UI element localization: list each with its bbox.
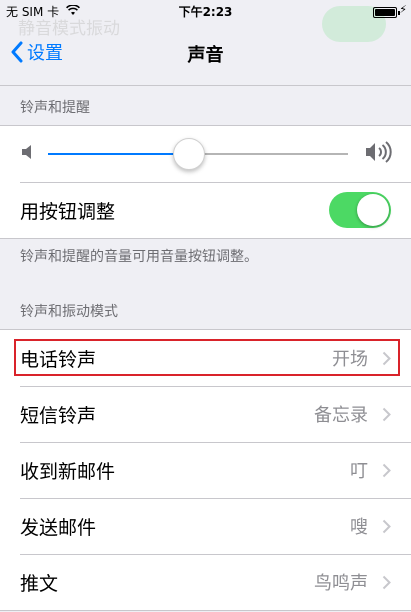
list-item-label: 电话铃声 [20, 348, 97, 371]
list-item-label: 收到新邮件 [20, 460, 116, 483]
section-header-ringer: 铃声和提醒 [20, 100, 90, 116]
volume-slider-row [0, 126, 411, 182]
chevron-right-icon [382, 519, 391, 533]
patterns-group: 电话铃声 开场 短信铃声 备忘录 收到新邮件 叮 发送邮件 嗖 推文 鸟鸣声 [0, 329, 411, 611]
section-header-patterns: 铃声和振动模式 [20, 304, 118, 320]
nav-bar: 设置 声音 [0, 22, 411, 86]
volume-low-icon [22, 145, 31, 159]
list-item-new-mail[interactable]: 收到新邮件 叮 [0, 442, 411, 498]
ringer-group: 用按钮调整 [0, 125, 411, 239]
volume-high-icon [366, 141, 392, 163]
chevron-right-icon [382, 407, 391, 421]
list-item-tweet[interactable]: 推文 鸟鸣声 [0, 554, 411, 610]
chevron-right-icon [382, 463, 391, 477]
ringer-footer-note: 铃声和提醒的音量可用音量按钮调整。 [20, 249, 258, 265]
list-item-label: 短信铃声 [20, 404, 97, 427]
chevron-right-icon [382, 351, 391, 365]
list-item-sent-mail[interactable]: 发送邮件 嗖 [0, 498, 411, 554]
status-time: 下午2:23 [178, 5, 233, 19]
status-bar: 无 SIM 卡 下午2:23 ⚡ [0, 0, 411, 22]
volume-slider-fill [48, 153, 189, 155]
lightning-icon: ⚡ [399, 3, 407, 16]
list-item-value: 嗖 [350, 517, 368, 538]
list-item-value: 鸟鸣声 [314, 573, 368, 594]
list-item-value: 叮 [350, 461, 368, 482]
battery-fill [375, 9, 395, 16]
change-with-buttons-toggle[interactable] [329, 192, 391, 228]
list-item-ringtone[interactable]: 电话铃声 开场 [0, 330, 411, 386]
volume-slider-thumb[interactable] [173, 138, 205, 170]
list-item-value: 开场 [332, 349, 368, 370]
toggle-knob [357, 194, 389, 226]
list-item-label: 发送邮件 [20, 516, 97, 539]
change-with-buttons-label: 用按钮调整 [20, 200, 116, 223]
change-with-buttons-row: 用按钮调整 [0, 182, 411, 238]
list-item-value: 备忘录 [314, 405, 368, 426]
chevron-right-icon [382, 575, 391, 589]
list-item-label: 推文 [20, 572, 59, 595]
volume-slider-track[interactable] [48, 138, 348, 170]
page-title: 声音 [187, 45, 224, 66]
list-item-text-tone[interactable]: 短信铃声 备忘录 [0, 386, 411, 442]
battery-icon [373, 7, 400, 18]
